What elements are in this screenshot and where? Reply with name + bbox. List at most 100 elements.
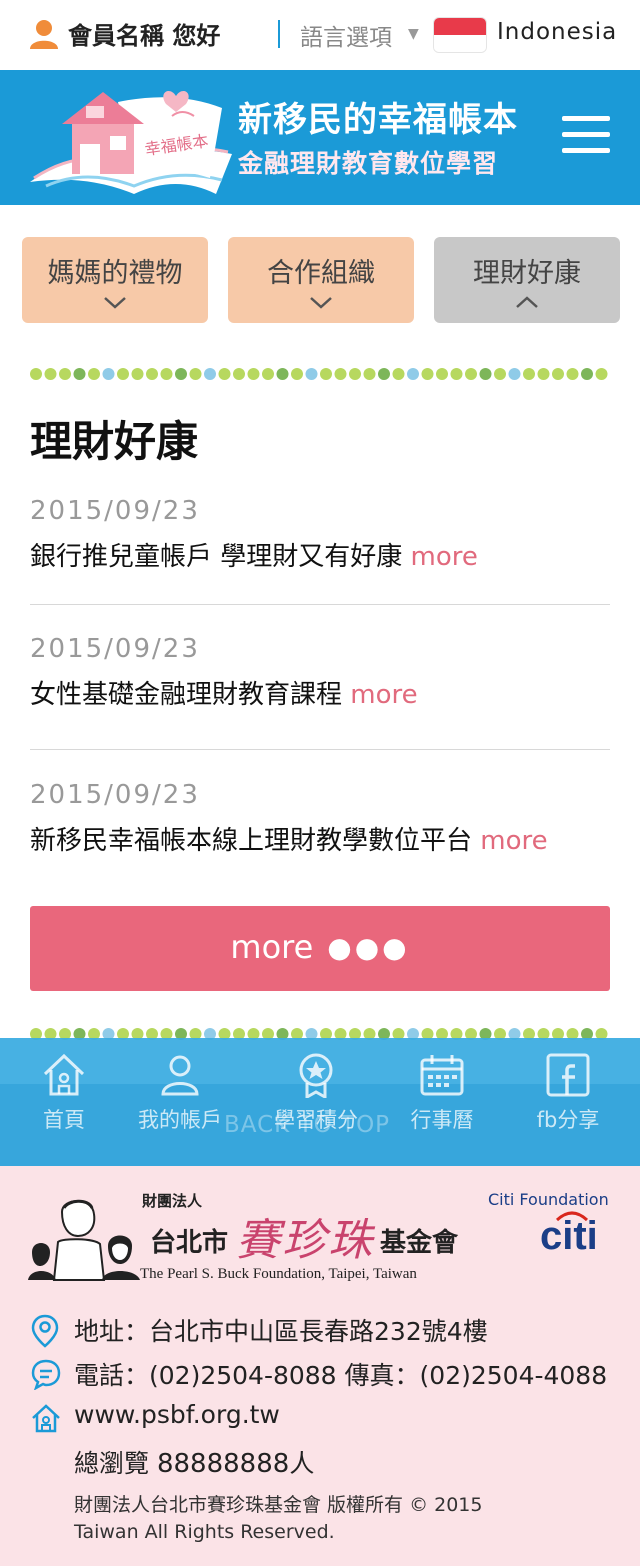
caret-down-icon[interactable]: ▼ xyxy=(408,26,419,42)
nav-calendar[interactable]: 行事曆 xyxy=(392,1052,492,1134)
language-value[interactable]: Indonesia xyxy=(497,19,617,45)
chevron-down-icon xyxy=(310,297,332,309)
org-suffix: 基金會 xyxy=(380,1228,459,1258)
happy-ledger-logo-icon[interactable]: 幸福帳本 xyxy=(26,82,236,194)
divider-dot xyxy=(363,368,376,380)
chevron-down-icon xyxy=(104,297,126,309)
nav-my-account[interactable]: 我的帳戶 xyxy=(130,1052,230,1134)
nav-fb-share[interactable]: fb分享 xyxy=(518,1052,618,1134)
divider-dot xyxy=(102,368,115,380)
facebook-icon xyxy=(546,1053,590,1097)
news-title[interactable]: 新移民幸福帳本線上理財教學數位平台 more xyxy=(30,820,610,857)
badge-icon xyxy=(299,1053,333,1098)
divider-dot xyxy=(131,368,144,380)
divider-dot xyxy=(175,368,187,380)
news-title[interactable]: 銀行推兒童帳戶 學理財又有好康 more xyxy=(30,536,610,573)
site-subtitle: 金融理財教育數位學習 xyxy=(238,149,499,178)
bottom-navigation: 首頁 我的帳戶 學習積分 行事曆 fb分享 BACK TO TOP xyxy=(0,1038,640,1166)
tab-label: 理財好康 xyxy=(473,258,581,289)
phone-fax-text: 電話：(02)2504-8088 傳真：(02)2504-4088 xyxy=(74,1361,608,1390)
news-title-text[interactable]: 新移民幸福帳本線上理財教學數位平台 xyxy=(30,826,472,856)
divider-dot xyxy=(349,368,361,380)
site-title: 新移民的幸福帳本 xyxy=(238,100,518,140)
news-title-text[interactable]: 銀行推兒童帳戶 學理財又有好康 xyxy=(30,542,402,572)
divider-dot xyxy=(436,368,448,380)
indonesia-flag-icon[interactable] xyxy=(433,17,487,53)
divider-dot xyxy=(204,368,216,380)
language-selector-label[interactable]: 語言選項 xyxy=(300,18,392,52)
divider-dot xyxy=(59,368,71,380)
location-pin-icon xyxy=(31,1314,59,1348)
divider-dot xyxy=(305,368,318,380)
home-icon xyxy=(43,1053,85,1096)
news-item: 2015/09/23 女性基礎金融理財教育課程 more xyxy=(30,634,610,711)
top-bar: 會員名稱 您好 語言選項 ▼ Indonesia xyxy=(0,0,640,70)
list-separator xyxy=(30,604,610,605)
org-english-name: The Pearl S. Buck Foundation, Taipei, Ta… xyxy=(140,1266,417,1282)
tab-mothers-gift[interactable]: 媽媽的禮物 xyxy=(22,237,208,323)
citi-logo: citi xyxy=(540,1214,598,1258)
home-outline-icon xyxy=(32,1404,60,1433)
divider-dot xyxy=(44,368,57,380)
topbar-divider xyxy=(278,20,280,48)
copyright-line-2: Taiwan All Rights Reserved. xyxy=(74,1521,335,1543)
divider-dot xyxy=(407,368,419,380)
address-text: 地址：台北市中山區長春路232號4樓 xyxy=(74,1317,488,1346)
divider-dot xyxy=(320,368,332,380)
divider-dot xyxy=(291,368,303,380)
divider-dot xyxy=(523,368,535,380)
divider-dot xyxy=(276,368,289,380)
news-title-text[interactable]: 女性基礎金融理財教育課程 xyxy=(30,680,342,710)
divider-dot xyxy=(247,368,260,380)
news-date: 2015/09/23 xyxy=(30,496,200,526)
news-more-link[interactable]: more xyxy=(480,826,547,856)
divider-dot xyxy=(189,368,202,380)
org-prefix: 財團法人 xyxy=(142,1192,203,1210)
divider-dot xyxy=(378,368,390,380)
tab-label: 媽媽的禮物 xyxy=(47,258,183,289)
website-link[interactable]: www.psbf.org.tw xyxy=(74,1400,280,1429)
news-item: 2015/09/23 銀行推兒童帳戶 學理財又有好康 more xyxy=(30,496,610,573)
news-more-link[interactable]: more xyxy=(411,542,478,572)
hamburger-menu-icon[interactable] xyxy=(562,116,610,156)
news-title[interactable]: 女性基礎金融理財教育課程 more xyxy=(30,674,610,711)
divider-dot xyxy=(552,368,564,380)
back-to-top-button[interactable]: BACK TO TOP xyxy=(224,1112,390,1138)
news-date: 2015/09/23 xyxy=(30,634,200,664)
list-separator xyxy=(30,749,610,750)
visits-label: 總瀏覽 xyxy=(74,1449,150,1478)
copyright-line-1: 財團法人台北市賽珍珠基金會 版權所有 © 2015 xyxy=(74,1494,483,1516)
divider-dot xyxy=(479,368,492,380)
divider-dot xyxy=(581,368,593,380)
divider-dot xyxy=(117,368,129,380)
nav-label: 行事曆 xyxy=(410,1108,474,1132)
more-button[interactable]: more ●●● xyxy=(30,906,610,991)
tab-partner-organizations[interactable]: 合作組織 xyxy=(228,237,414,323)
divider-dot xyxy=(233,368,245,380)
calendar-icon xyxy=(420,1055,464,1096)
divider-dot xyxy=(566,368,579,380)
divider-dot xyxy=(494,368,506,380)
divider-dot xyxy=(146,368,158,380)
site-header: 幸福帳本 新移民的幸福帳本 金融理財教育數位學習 xyxy=(0,70,640,205)
account-icon xyxy=(161,1055,199,1096)
divider-dot xyxy=(160,368,173,380)
chevron-up-icon xyxy=(516,296,538,308)
divider-dot xyxy=(262,368,274,380)
divider-dot xyxy=(30,368,42,380)
divider-dot xyxy=(537,368,550,380)
divider-dot xyxy=(392,368,405,380)
nav-home[interactable]: 首頁 xyxy=(14,1052,114,1134)
news-more-link[interactable]: more xyxy=(350,680,417,710)
tab-finance-deals[interactable]: 理財好康 xyxy=(434,237,620,323)
nav-label: fb分享 xyxy=(536,1108,600,1132)
visit-counter: 總瀏覽 88888888人 xyxy=(74,1444,314,1480)
tab-label: 合作組織 xyxy=(267,258,375,289)
divider-dot xyxy=(450,368,463,380)
divider-dot xyxy=(508,368,521,380)
divider-dot xyxy=(88,368,100,380)
dotted-divider xyxy=(30,368,608,380)
org-city: 台北市 xyxy=(150,1228,229,1258)
pearl-buck-foundation-logo-icon xyxy=(28,1199,140,1281)
ellipsis-icon: ●●● xyxy=(327,930,410,964)
